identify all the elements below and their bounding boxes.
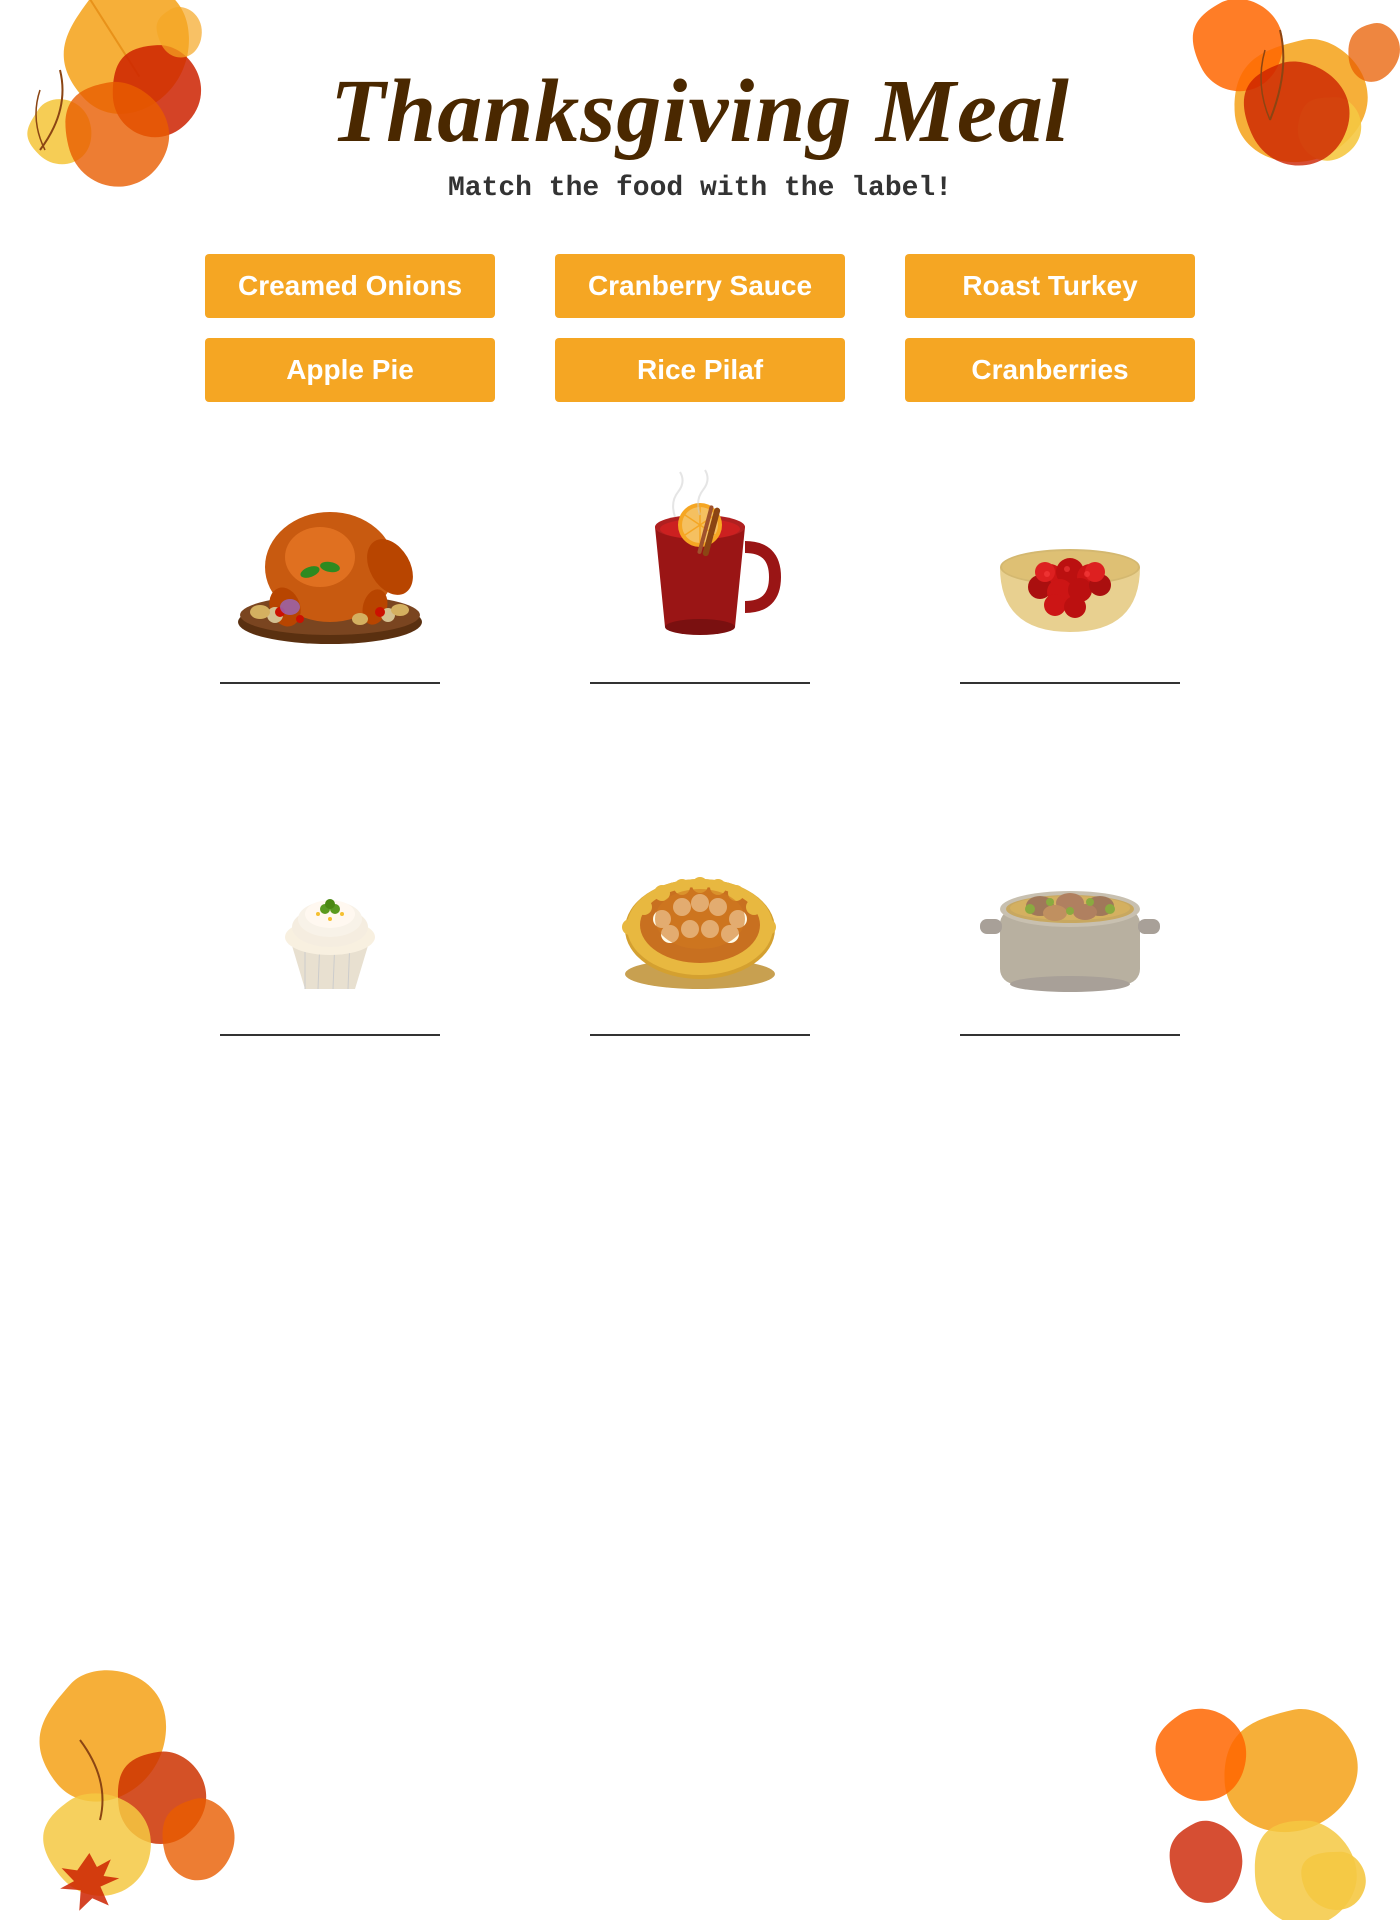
cranberries-image [960, 462, 1180, 662]
drink-answer-line [590, 682, 810, 684]
stew-image [960, 814, 1180, 1014]
page-subtitle: Match the food with the label! [0, 173, 1400, 204]
label-cranberry-sauce[interactable]: Cranberry Sauce [555, 254, 845, 318]
turkey-image [220, 462, 440, 662]
food-item-pie [555, 814, 845, 1036]
turkey-answer-line [220, 682, 440, 684]
page-title: Thanksgiving Meal [0, 60, 1400, 163]
food-grid-row1 [0, 462, 1400, 684]
food-item-cupcake [185, 814, 475, 1036]
food-grid-row2 [0, 814, 1400, 1036]
pie-image [590, 814, 810, 1014]
pie-answer-line [590, 1034, 810, 1036]
label-cranberries[interactable]: Cranberries [905, 338, 1195, 402]
labels-row-1: Creamed Onions Cranberry Sauce Roast Tur… [0, 254, 1400, 318]
labels-row-2: Apple Pie Rice Pilaf Cranberries [0, 338, 1400, 402]
drink-image [590, 462, 810, 662]
stew-answer-line [960, 1034, 1180, 1036]
label-apple-pie[interactable]: Apple Pie [205, 338, 495, 402]
food-item-stew [925, 814, 1215, 1036]
food-item-drink [555, 462, 845, 684]
label-rice-pilaf[interactable]: Rice Pilaf [555, 338, 845, 402]
food-item-cranberries [925, 462, 1215, 684]
label-roast-turkey[interactable]: Roast Turkey [905, 254, 1195, 318]
food-item-turkey [185, 462, 475, 684]
cupcake-answer-line [220, 1034, 440, 1036]
cranberries-answer-line [960, 682, 1180, 684]
cupcake-image [220, 814, 440, 1014]
label-creamed-onions[interactable]: Creamed Onions [205, 254, 495, 318]
